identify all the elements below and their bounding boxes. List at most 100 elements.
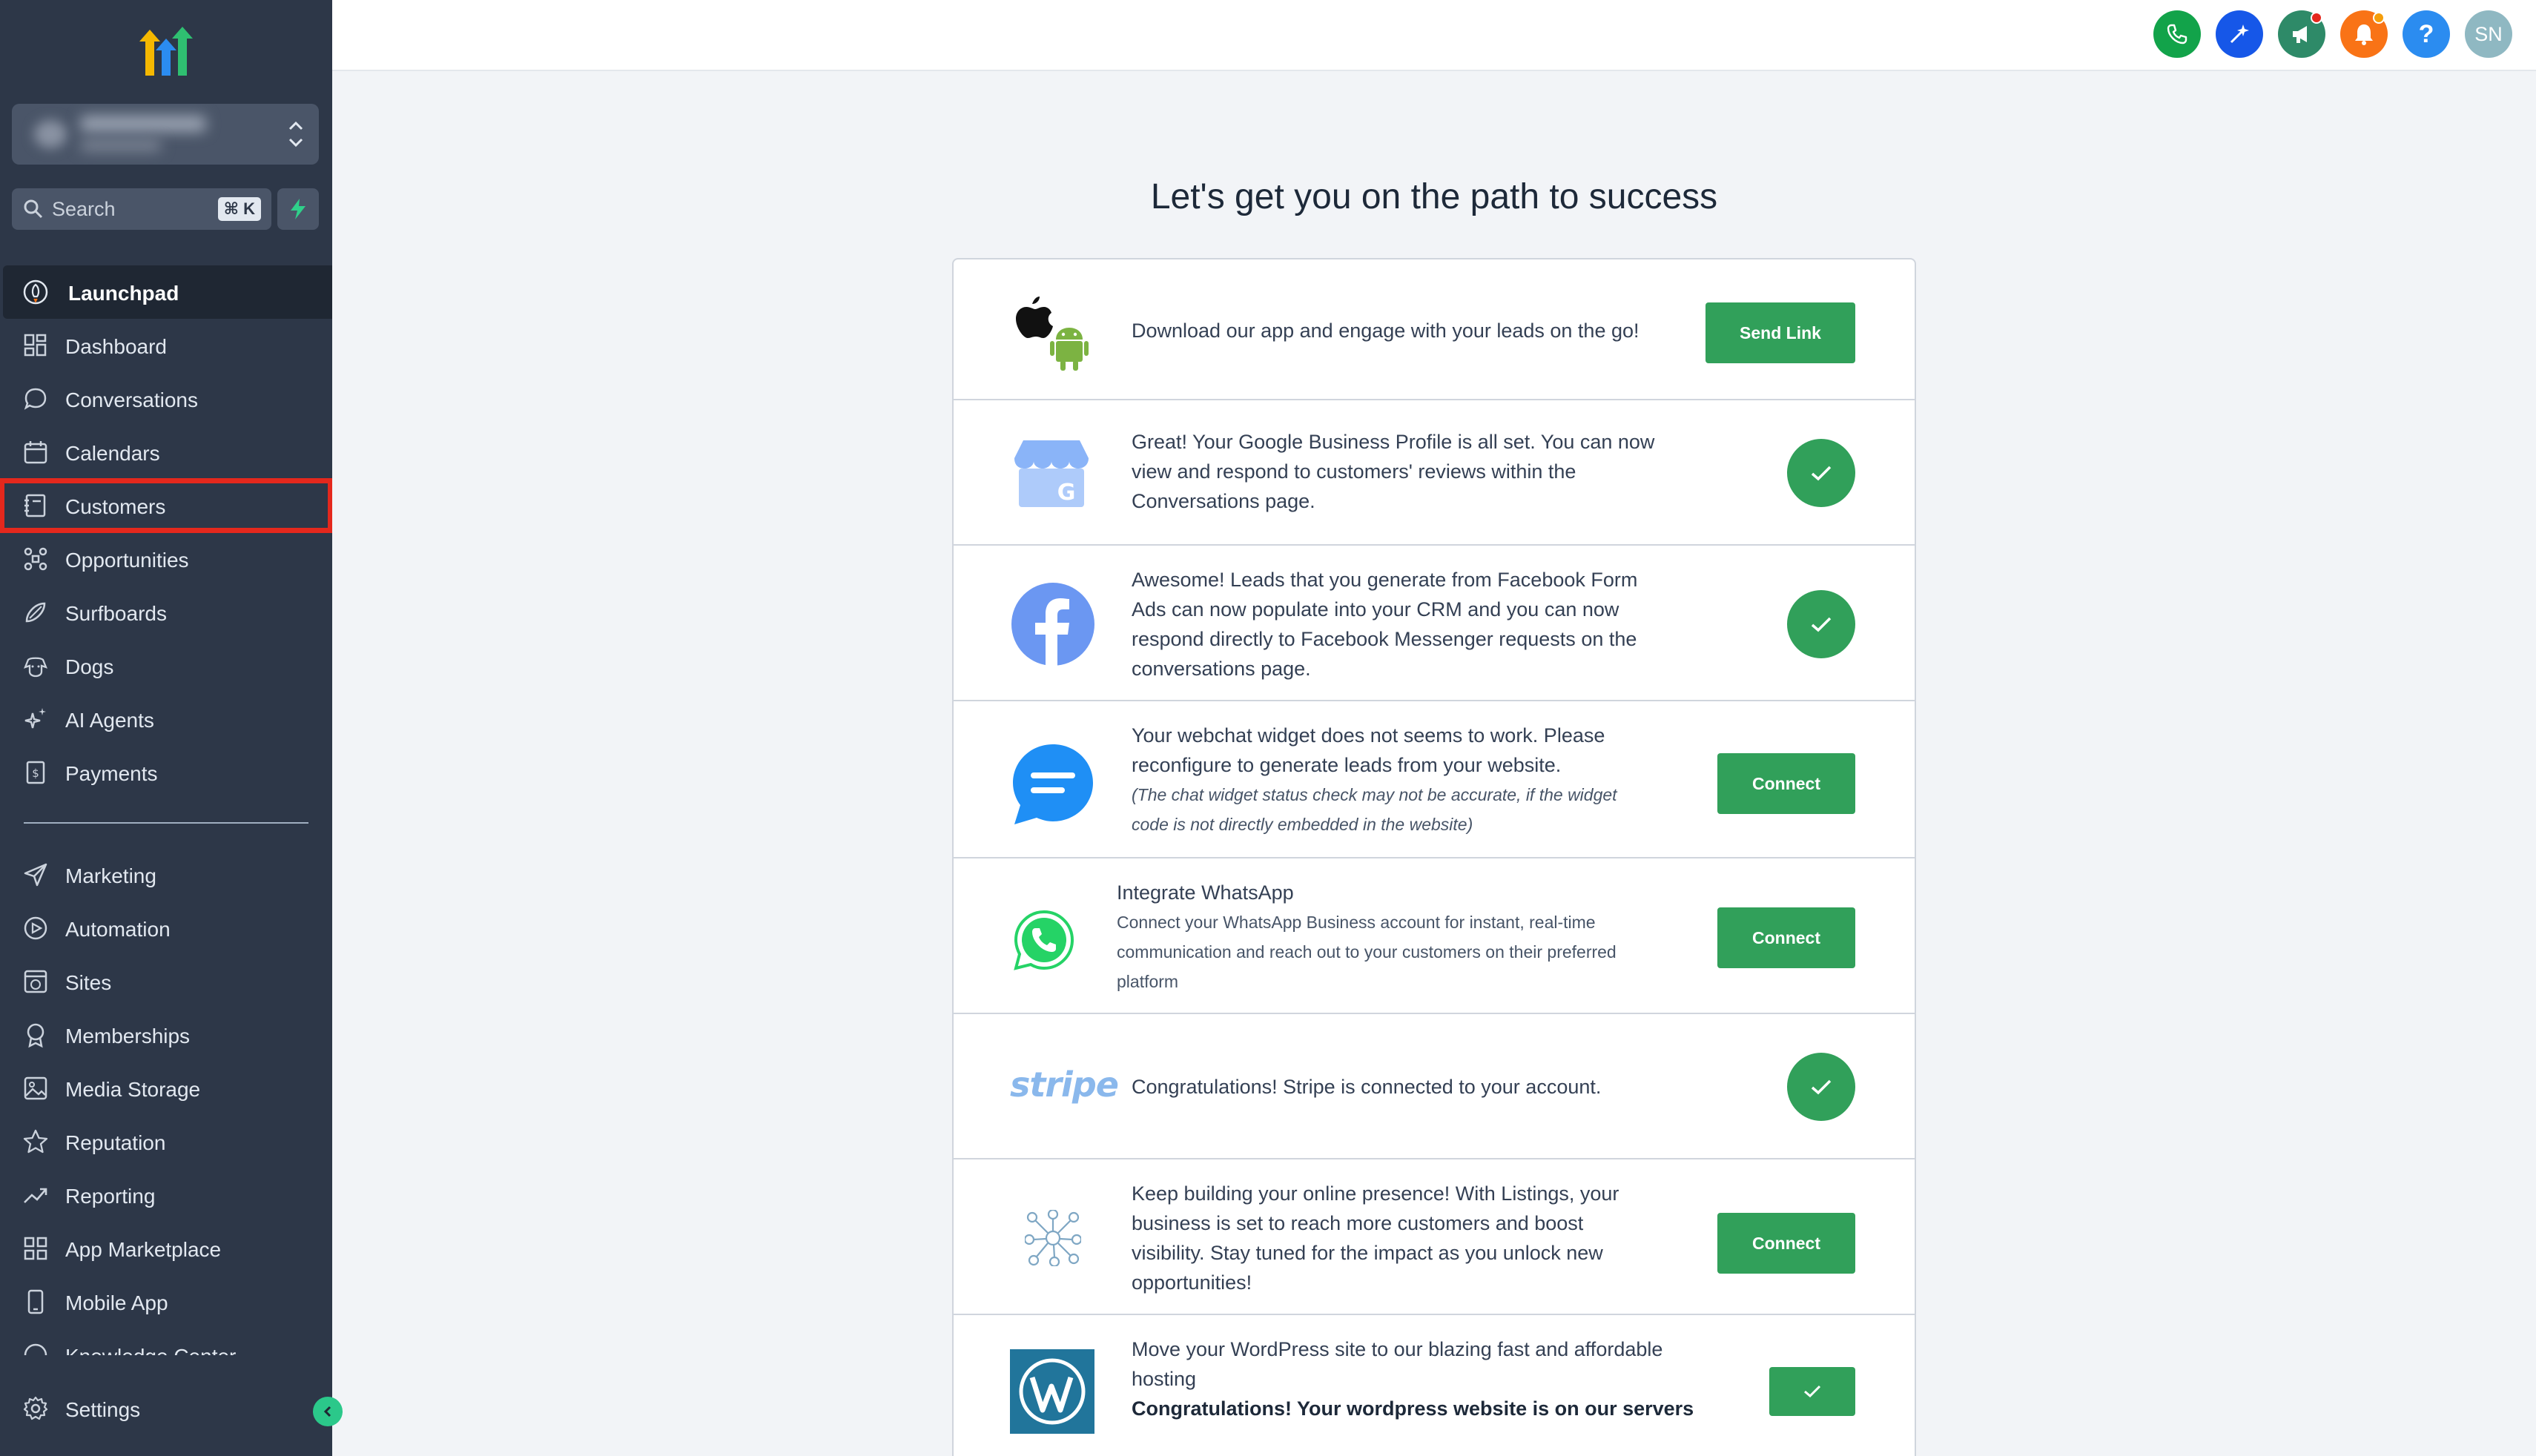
row-description: Download our app and engage with your le…	[1132, 320, 1640, 342]
sidebar-item-ai-agents[interactable]: AI Agents	[0, 692, 332, 746]
sidebar-item-sites[interactable]: Sites	[0, 955, 332, 1008]
brand-logo[interactable]	[133, 22, 199, 80]
apps-grid-icon	[24, 1237, 47, 1260]
invoice-icon: $	[26, 761, 45, 784]
sidebar-item-media-storage[interactable]: Media Storage	[0, 1062, 332, 1115]
whatsapp-icon	[1014, 910, 1074, 970]
sidebar-item-label: Settings	[65, 1398, 141, 1421]
svg-text:$: $	[32, 767, 39, 780]
wordpress-icon	[1010, 1349, 1094, 1434]
sidebar-item-opportunities[interactable]: Opportunities	[0, 532, 332, 586]
phone-button[interactable]	[2153, 10, 2201, 58]
sidebar-item-app-marketplace[interactable]: App Marketplace	[0, 1222, 332, 1275]
checklist-row-facebook: Awesome! Leads that you generate from Fa…	[954, 546, 1915, 701]
send-link-button[interactable]: Send Link	[1705, 302, 1855, 363]
contacts-book-icon	[24, 494, 46, 517]
sidebar-item-surfboards[interactable]: Surfboards	[0, 586, 332, 639]
row-description: Move your WordPress site to our blazing …	[1132, 1334, 1694, 1423]
sidebar-item-customers[interactable]: Customers	[0, 478, 332, 533]
sidebar-item-label: Launchpad	[68, 282, 179, 305]
help-button[interactable]: ?	[2403, 10, 2450, 58]
search-placeholder: Search	[52, 197, 116, 220]
row-note-line: code is not directly embedded in the web…	[1132, 815, 1473, 834]
sidebar-item-label: Knowledge Center	[65, 1345, 236, 1355]
connect-listings-button[interactable]: Connect	[1717, 1213, 1855, 1274]
surfboard-icon	[25, 602, 46, 623]
calendar-icon	[24, 441, 47, 464]
sidebar-item-conversations[interactable]: Conversations	[0, 372, 332, 426]
stripe-logo: stripe	[1010, 1065, 1119, 1105]
row-description: Awesome! Leads that you generate from Fa…	[1132, 565, 1637, 684]
checkmark-icon	[1811, 617, 1832, 632]
sidebar-item-launchpad[interactable]: Launchpad	[3, 265, 332, 319]
account-switcher[interactable]	[12, 104, 319, 165]
user-avatar-button[interactable]: SN	[2465, 10, 2512, 58]
award-icon	[27, 1023, 44, 1048]
sidebar-item-mobile-app[interactable]: Mobile App	[0, 1275, 332, 1328]
checklist-row-google-business: G Great! Your Google Business Profile is…	[954, 400, 1915, 546]
image-icon	[24, 1076, 47, 1100]
connect-webchat-button[interactable]: Connect	[1717, 753, 1855, 814]
top-header: ? SN	[332, 0, 2536, 71]
knowledge-icon	[24, 1343, 47, 1355]
sidebar-item-dashboard[interactable]: Dashboard	[0, 319, 332, 372]
lightning-icon	[291, 199, 306, 219]
sidebar-item-payments[interactable]: $ Payments	[0, 746, 332, 799]
row-text-line: Keep building your online presence! With…	[1132, 1182, 1619, 1205]
sidebar-divider	[24, 822, 308, 824]
row-sub-line: Connect your WhatsApp Business account f…	[1117, 913, 1596, 932]
checklist-row-stripe: stripe Congratulations! Stripe is connec…	[954, 1014, 1915, 1159]
sidebar-item-label: AI Agents	[65, 709, 154, 732]
sidebar-item-reputation[interactable]: Reputation	[0, 1115, 332, 1168]
sidebar-item-reporting[interactable]: Reporting	[0, 1168, 332, 1222]
sidebar-search[interactable]: Search ⌘ K	[12, 188, 271, 230]
account-avatar-blurred	[34, 120, 67, 148]
sidebar-item-automation[interactable]: Automation	[0, 901, 332, 955]
ai-assistant-button[interactable]	[2216, 10, 2263, 58]
sidebar-item-marketing[interactable]: Marketing	[0, 848, 332, 901]
completed-check	[1787, 590, 1855, 658]
dashboard-grid-icon	[24, 334, 47, 357]
row-description: Great! Your Google Business Profile is a…	[1132, 427, 1654, 516]
listings-network-icon	[1025, 1210, 1081, 1266]
avatar-initials: SN	[2474, 22, 2503, 45]
onboarding-checklist: Download our app and engage with your le…	[952, 258, 1916, 1456]
sidebar-item-knowledge-center[interactable]: Knowledge Center	[0, 1328, 332, 1355]
sidebar-item-dogs[interactable]: Dogs	[0, 639, 332, 692]
sidebar-item-label: Mobile App	[65, 1291, 168, 1314]
webchat-icon	[1013, 744, 1093, 824]
sidebar-item-memberships[interactable]: Memberships	[0, 1008, 332, 1062]
sidebar-item-label: Dogs	[65, 655, 114, 678]
announcements-button[interactable]	[2278, 10, 2325, 58]
connect-whatsapp-button[interactable]: Connect	[1717, 907, 1855, 968]
sidebar-item-settings[interactable]: Settings	[0, 1382, 332, 1435]
account-name-blurred	[80, 116, 206, 132]
sidebar-item-label: Calendars	[65, 442, 160, 465]
apple-android-icon	[1016, 297, 1089, 371]
sidebar-collapse-button[interactable]	[313, 1397, 343, 1426]
checklist-row-wordpress: Move your WordPress site to our blazing …	[954, 1315, 1915, 1456]
row-text-line: Great! Your Google Business Profile is a…	[1132, 431, 1655, 453]
row-text-line: respond directly to Facebook Messenger r…	[1132, 628, 1637, 650]
sparkle-icon	[24, 708, 46, 729]
star-icon	[23, 1129, 48, 1154]
sidebar-item-calendars[interactable]: Calendars	[0, 426, 332, 479]
sidebar-item-label: Media Storage	[65, 1078, 201, 1101]
checkmark-icon	[1811, 1079, 1832, 1095]
sidebar-item-label: Sites	[65, 971, 112, 994]
google-business-icon: G	[1014, 440, 1089, 507]
wordpress-completed-button[interactable]	[1769, 1367, 1855, 1416]
phone-icon	[2167, 24, 2187, 44]
row-sub-line: platform	[1117, 972, 1179, 991]
gear-icon	[23, 1396, 48, 1420]
row-note-line: (The chat widget status check may not be…	[1132, 785, 1617, 804]
account-location-blurred	[80, 139, 162, 151]
send-icon	[24, 863, 47, 887]
row-description: Keep building your online presence! With…	[1132, 1179, 1619, 1297]
completed-check	[1787, 1053, 1855, 1121]
quick-actions-button[interactable]	[277, 188, 319, 230]
row-description: Integrate WhatsApp Connect your WhatsApp…	[1117, 878, 1617, 996]
notifications-button[interactable]	[2340, 10, 2388, 58]
sidebar-item-label: Conversations	[65, 388, 198, 411]
row-text-line: conversations page.	[1132, 658, 1311, 680]
